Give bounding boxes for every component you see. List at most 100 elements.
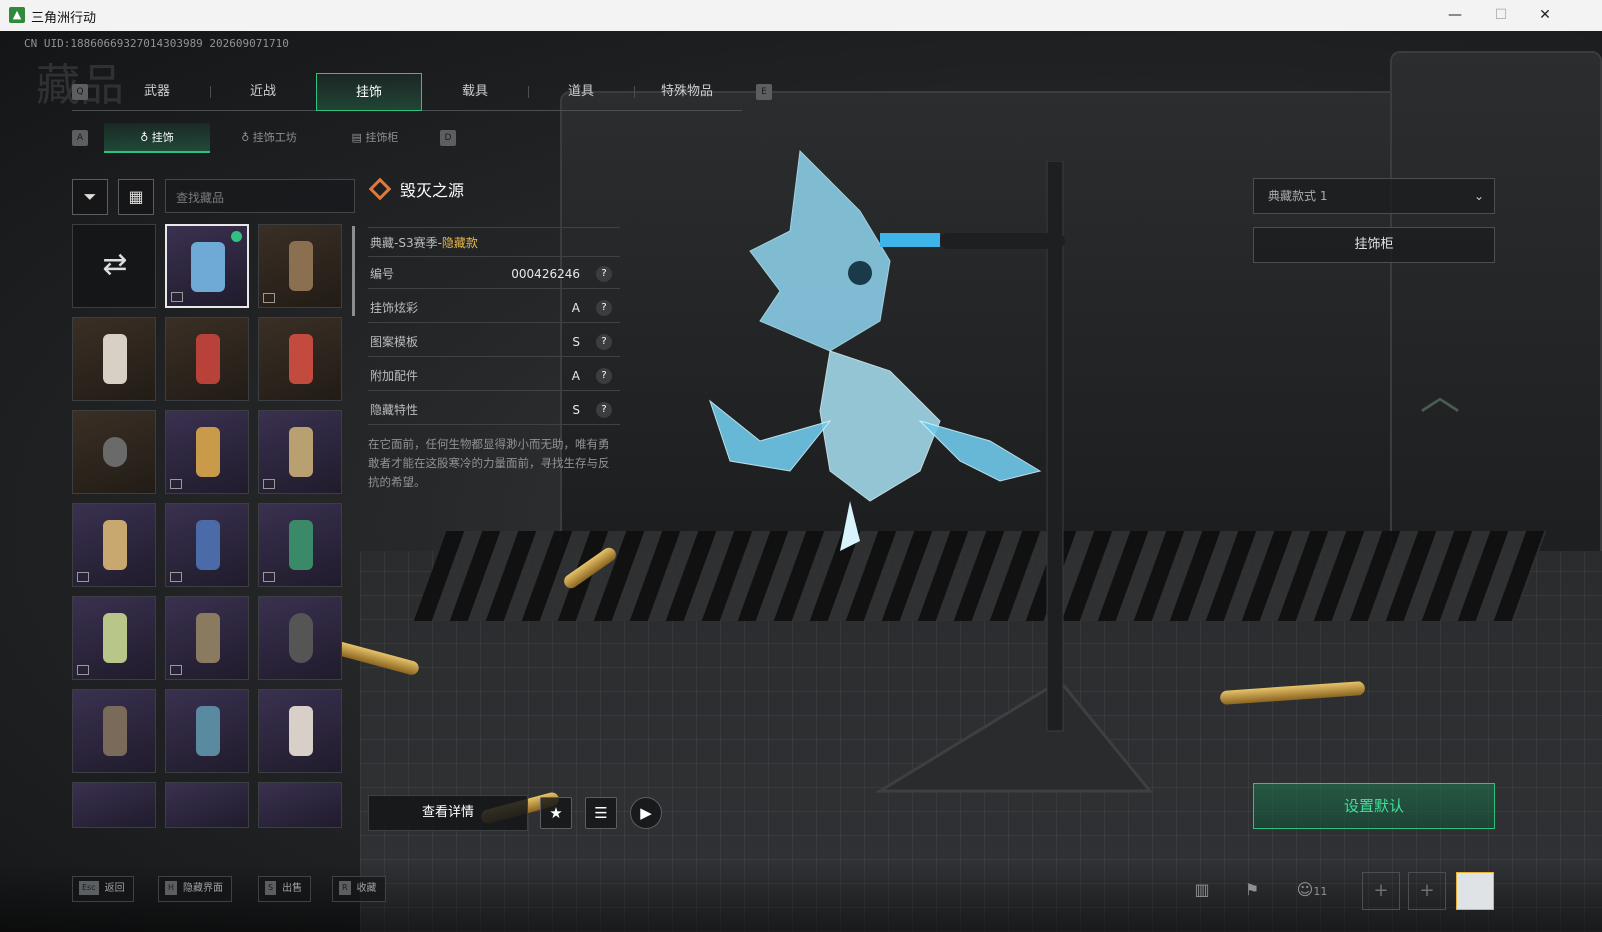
- charm-cell[interactable]: [72, 782, 156, 828]
- charm-cell[interactable]: [165, 689, 249, 773]
- charm-cell[interactable]: [258, 224, 342, 308]
- random-charm-cell[interactable]: ⇄: [72, 224, 156, 308]
- hotkey-label: 出售: [282, 883, 303, 894]
- charm-cell[interactable]: [72, 689, 156, 773]
- row-label: 编号: [370, 267, 395, 281]
- help-icon[interactable]: ?: [596, 334, 612, 350]
- charm-thumbnail: [103, 706, 127, 756]
- team-slot[interactable]: +: [1362, 872, 1400, 910]
- maximize-button[interactable]: ☐: [1478, 0, 1524, 31]
- row-value: A: [571, 369, 580, 383]
- filter-button[interactable]: ⏷: [72, 179, 108, 215]
- info-row-color: 挂饰炫彩 A?: [368, 293, 620, 323]
- search-input[interactable]: 查找藏品: [165, 179, 355, 213]
- stats-icon[interactable]: ▥: [1188, 876, 1216, 904]
- charm-cell[interactable]: [72, 596, 156, 680]
- charm-icon: ♁: [140, 131, 152, 144]
- style-select[interactable]: 典藏款式 1 ⌄: [1253, 178, 1495, 214]
- dragon-charm: [708, 149, 1042, 551]
- grid-scrollbar[interactable]: [352, 226, 355, 316]
- charm-cell[interactable]: [258, 503, 342, 587]
- charm-cell[interactable]: [258, 782, 342, 828]
- subtab-charms[interactable]: ♁ 挂饰: [104, 123, 210, 153]
- info-row-pattern: 图案模板 S?: [368, 327, 620, 357]
- hotkey-back[interactable]: Esc 返回: [72, 876, 134, 902]
- charm-cell[interactable]: [258, 410, 342, 494]
- list-button[interactable]: ☰: [585, 797, 617, 829]
- minimize-button[interactable]: —: [1432, 0, 1478, 31]
- charm-cell[interactable]: [165, 410, 249, 494]
- help-icon[interactable]: ?: [596, 300, 612, 316]
- image-icon: [77, 572, 89, 582]
- charm-thumbnail: [103, 613, 127, 663]
- set-default-button[interactable]: 设置默认: [1253, 783, 1495, 829]
- charm-thumbnail: [196, 613, 220, 663]
- subtab-label: 挂饰工坊: [252, 131, 297, 144]
- item-series: 典藏-S3赛季-: [370, 236, 442, 250]
- charm-cell[interactable]: [258, 596, 342, 680]
- avatar[interactable]: [1456, 872, 1494, 910]
- play-button[interactable]: ▶: [630, 797, 662, 829]
- app-window: ▲ 三角洲行动 — ☐ ✕ CN UID:1886066932701430398…: [0, 0, 1602, 932]
- tab-weapons[interactable]: 武器: [104, 73, 210, 111]
- charm-cell[interactable]: [165, 782, 249, 828]
- charm-cell-selected[interactable]: [165, 224, 249, 308]
- friends-count: 11: [1313, 885, 1328, 898]
- tab-special-items[interactable]: 特殊物品: [634, 73, 740, 111]
- plus-icon: +: [1419, 880, 1435, 901]
- info-row-hidden-trait: 隐藏特性 S?: [368, 395, 620, 425]
- style-select-value: 典藏款式 1: [1268, 189, 1328, 203]
- game-viewport: CN UID:18860669327014303989 202609071710…: [0, 31, 1602, 932]
- row-label: 附加配件: [370, 369, 419, 383]
- flag-icon[interactable]: ⚑: [1238, 876, 1266, 904]
- charm-3d-preview[interactable]: [680, 141, 1200, 831]
- charm-cell[interactable]: [165, 317, 249, 401]
- hotkey-label: 隐藏界面: [183, 883, 224, 894]
- image-icon: [170, 665, 182, 675]
- row-value: 000426246: [511, 267, 580, 281]
- subtab-charm-cabinet[interactable]: ▤ 挂饰柜: [322, 123, 428, 153]
- charm-cell[interactable]: [258, 317, 342, 401]
- charm-cabinet-button[interactable]: 挂饰柜: [1253, 227, 1495, 263]
- hotkey-favorite[interactable]: R 收藏: [332, 876, 386, 902]
- subtab-charm-workshop[interactable]: ♁ 挂饰工坊: [216, 123, 322, 153]
- row-label: 隐藏特性: [370, 403, 419, 417]
- view-details-button[interactable]: 查看详情: [368, 795, 528, 831]
- help-icon[interactable]: ?: [596, 402, 612, 418]
- hotkey-key: H: [165, 881, 178, 895]
- charm-cell[interactable]: [258, 689, 342, 773]
- charm-thumbnail: [196, 520, 220, 570]
- row-label: 挂饰炫彩: [370, 301, 419, 315]
- star-icon: ★: [549, 804, 563, 822]
- item-series-row: 典藏-S3赛季-隐藏款: [368, 227, 620, 257]
- row-value: S: [572, 403, 580, 417]
- charm-cell[interactable]: [165, 596, 249, 680]
- charm-cell[interactable]: [72, 410, 156, 494]
- image-icon: [263, 479, 275, 489]
- friends-button[interactable]: ☺11: [1292, 876, 1332, 904]
- help-icon[interactable]: ?: [596, 368, 612, 384]
- hotkey-sell[interactable]: S 出售: [258, 876, 312, 902]
- charm-cell[interactable]: [72, 503, 156, 587]
- charm-cell[interactable]: [165, 503, 249, 587]
- tab-charms[interactable]: 挂饰: [316, 73, 422, 111]
- tab-melee[interactable]: 近战: [210, 73, 316, 111]
- favorite-button[interactable]: ★: [540, 797, 572, 829]
- tab-props[interactable]: 道具: [528, 73, 634, 111]
- charm-thumbnail: [289, 241, 313, 291]
- chevron-down-icon: ⌄: [1473, 189, 1484, 203]
- charm-cell[interactable]: [72, 317, 156, 401]
- close-button[interactable]: ✕: [1522, 0, 1568, 31]
- view-toggle-button[interactable]: ▦: [118, 179, 154, 215]
- charm-thumbnail: [196, 334, 220, 384]
- charm-thumbnail: [103, 520, 127, 570]
- help-icon[interactable]: ?: [596, 266, 612, 282]
- tab-left-hotkey: Q: [72, 84, 88, 100]
- charm-thumbnail: [103, 334, 127, 384]
- image-icon: [170, 479, 182, 489]
- team-slot[interactable]: +: [1408, 872, 1446, 910]
- tab-vehicles[interactable]: 载具: [422, 73, 528, 111]
- row-value: S: [572, 335, 580, 349]
- hotkey-label: 返回: [104, 883, 125, 894]
- hotkey-hide-ui[interactable]: H 隐藏界面: [158, 876, 233, 902]
